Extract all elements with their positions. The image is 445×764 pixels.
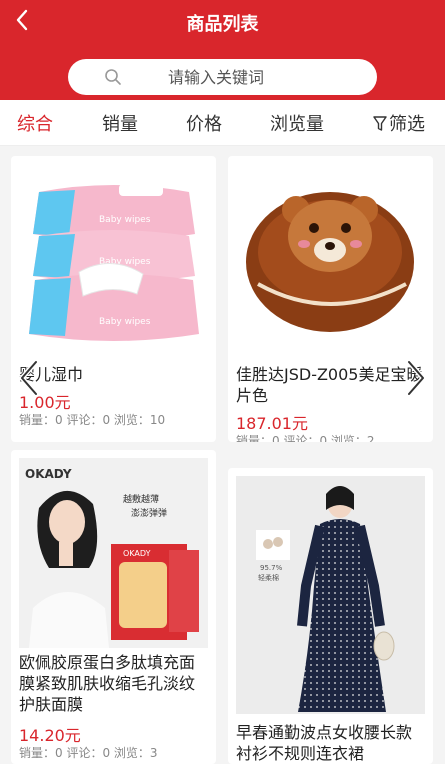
product-image: 95.7% 轻柔棉 [236,476,425,714]
product-stats: 销量：0 评论：0 浏览：10 [19,413,166,427]
tab-price[interactable]: 价格 [186,110,222,136]
product-stats: 销量：0 评论：0 浏览：3 [19,746,158,760]
tab-views[interactable]: 浏览量 [270,110,324,136]
product-image [236,164,425,354]
next-arrow[interactable] [399,356,431,400]
product-name: 婴儿湿巾 [19,365,84,384]
chevron-left-icon [19,359,39,397]
product-image: Baby wipes Baby wipes Baby wipes [19,164,208,354]
svg-text:Baby wipes: Baby wipes [99,215,151,225]
tab-comprehensive[interactable]: 综合 [17,110,53,136]
product-price: 14.20元 [19,726,81,745]
search-icon [105,69,121,85]
product-price: 187.01元 [236,414,308,433]
svg-text:轻柔棉: 轻柔棉 [258,573,279,582]
chevron-right-icon [406,359,426,397]
search-bar[interactable] [68,59,377,95]
svg-text:澎澎弹弹: 澎澎弹弹 [131,507,167,519]
tab-sales[interactable]: 销量 [102,110,138,136]
svg-text:Baby wipes: Baby wipes [99,317,151,327]
search-input[interactable] [168,66,358,88]
product-name: 佳胜达JSD-Z005美足宝暖片色 [236,365,423,405]
product-card[interactable]: OKADY 越敷越薄 澎澎弹弹 OKADY 欧佩胶原蛋白多肽填充面膜紧致肌肤收缩… [11,450,216,764]
svg-text:越敷越薄: 越敷越薄 [123,493,159,505]
product-card[interactable]: 95.7% 轻柔棉 早春通勤波点女收腰长款衬衫不规则连衣裙 [228,468,433,764]
prev-arrow[interactable] [14,356,46,400]
svg-text:95.7%: 95.7% [260,564,283,572]
polka-dot-dress-image: 95.7% 轻柔棉 [236,476,425,714]
bear-foot-warmer-image [236,164,425,354]
sort-tabs: 综合 销量 价格 浏览量 筛选 [0,100,445,146]
product-name: 欧佩胶原蛋白多肽填充面膜紧致肌肤收缩毛孔淡纹护肤面膜 [19,653,196,714]
product-stats: 销量：0 评论：0 浏览：2 [236,434,375,442]
svg-text:OKADY: OKADY [25,467,72,481]
tab-filter-label: 筛选 [389,114,425,135]
okady-face-mask-image: OKADY 越敷越薄 澎澎弹弹 OKADY [19,458,208,648]
baby-wipes-image: Baby wipes Baby wipes Baby wipes [19,164,208,354]
filter-icon [373,116,387,131]
top-bar: 商品列表 [0,0,445,100]
product-image: OKADY 越敷越薄 澎澎弹弹 OKADY [19,458,208,648]
tab-filter[interactable]: 筛选 [373,110,425,136]
page-title: 商品列表 [186,14,259,35]
svg-text:OKADY: OKADY [123,549,151,558]
product-name: 早春通勤波点女收腰长款衬衫不规则连衣裙 [236,723,413,763]
